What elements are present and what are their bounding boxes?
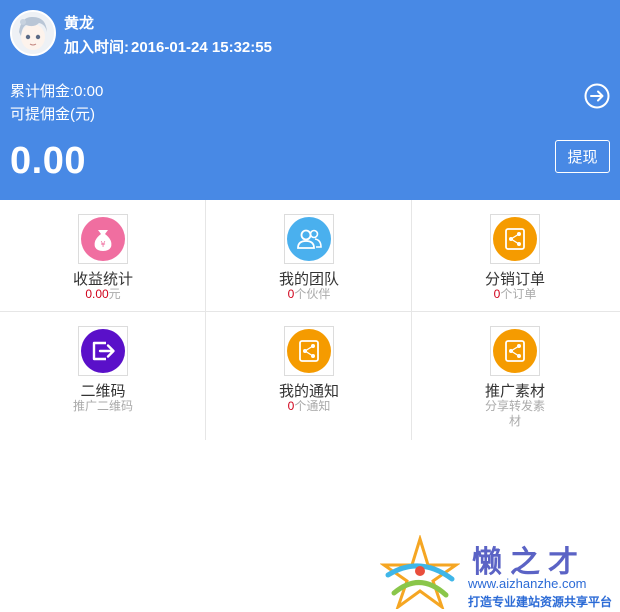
menu-item-title: 二维码 xyxy=(80,383,126,400)
menu-item-subtitle: 0个订单 xyxy=(412,287,618,302)
menu-item-unit: 个订单 xyxy=(500,287,537,301)
menu-item-subtitle: 0.00元 xyxy=(0,287,206,302)
menu-item-title: 推广素材 xyxy=(484,383,545,400)
menu-item-promo-materials[interactable]: 推广素材 分享转发素材 xyxy=(412,312,620,440)
menu-item-unit: 元 xyxy=(108,287,121,301)
total-commission: 累计佣金:0:00 xyxy=(10,83,104,100)
menu-item-title: 分销订单 xyxy=(484,271,545,288)
exit-icon xyxy=(81,329,125,373)
avatar[interactable] xyxy=(10,10,56,56)
share-icon xyxy=(493,217,537,261)
watermark-logo-icon xyxy=(380,535,460,609)
menu-item-subtitle: 0个伙伴 xyxy=(206,287,412,302)
menu-item-subtitle: 推广二维码 xyxy=(73,399,134,413)
menu-item-earnings[interactable]: ¥ 收益统计 0.00元 xyxy=(0,200,206,312)
share-icon xyxy=(493,329,537,373)
menu-item-notifications[interactable]: 我的通知 0个通知 xyxy=(206,312,412,440)
menu-item-title: 收益统计 xyxy=(72,271,133,288)
icon-frame xyxy=(490,214,540,264)
watermark-url: www.aizhanzhe.com xyxy=(468,576,587,591)
icon-frame xyxy=(490,326,540,376)
menu-item-title: 我的通知 xyxy=(278,383,339,400)
menu-item-title: 我的团队 xyxy=(278,271,339,288)
header-panel: 黄龙 加入时间: 2016-01-24 15:32:55 累计佣金:0:00 可提… xyxy=(0,0,620,200)
arrow-right-circle-icon[interactable] xyxy=(584,83,610,109)
user-name: 黄龙 xyxy=(64,15,95,32)
menu-item-subtitle: 0个通知 xyxy=(206,399,412,414)
balance-amount: 0.00 xyxy=(10,140,86,182)
icon-frame xyxy=(78,326,128,376)
menu-item-subtitle: 分享转发素材 xyxy=(485,399,546,428)
menu-item-unit: 个通知 xyxy=(294,399,331,413)
join-time-label: 加入时间: xyxy=(64,39,129,56)
join-time-value: 2016-01-24 15:32:55 xyxy=(131,39,272,56)
menu-item-value: 0.00 xyxy=(85,287,109,301)
watermark-title: 懒之才 xyxy=(472,545,586,580)
icon-frame xyxy=(284,326,334,376)
share-icon xyxy=(287,329,331,373)
menu-item-qrcode[interactable]: 二维码 推广二维码 xyxy=(0,312,206,440)
avatar-image xyxy=(12,12,54,54)
menu-item-team[interactable]: 我的团队 0个伙伴 xyxy=(206,200,412,312)
menu-item-unit: 个伙伴 xyxy=(294,287,331,301)
icon-frame: ¥ xyxy=(78,214,128,264)
join-time: 加入时间: 2016-01-24 15:32:55 xyxy=(64,36,272,57)
withdraw-button[interactable]: 提现 xyxy=(555,140,610,173)
watermark-slogan: 打造专业建站资源共享平台 xyxy=(468,595,613,609)
watermark: 懒之才 www.aizhanzhe.com 打造专业建站资源共享平台 xyxy=(380,535,616,609)
menu-item-orders[interactable]: 分销订单 0个订单 xyxy=(412,200,620,312)
team-icon xyxy=(287,217,331,261)
icon-frame xyxy=(284,214,334,264)
money-bag-icon: ¥ xyxy=(81,217,125,261)
withdrawable-label: 可提佣金(元) xyxy=(10,106,95,123)
svg-text:¥: ¥ xyxy=(100,240,105,249)
